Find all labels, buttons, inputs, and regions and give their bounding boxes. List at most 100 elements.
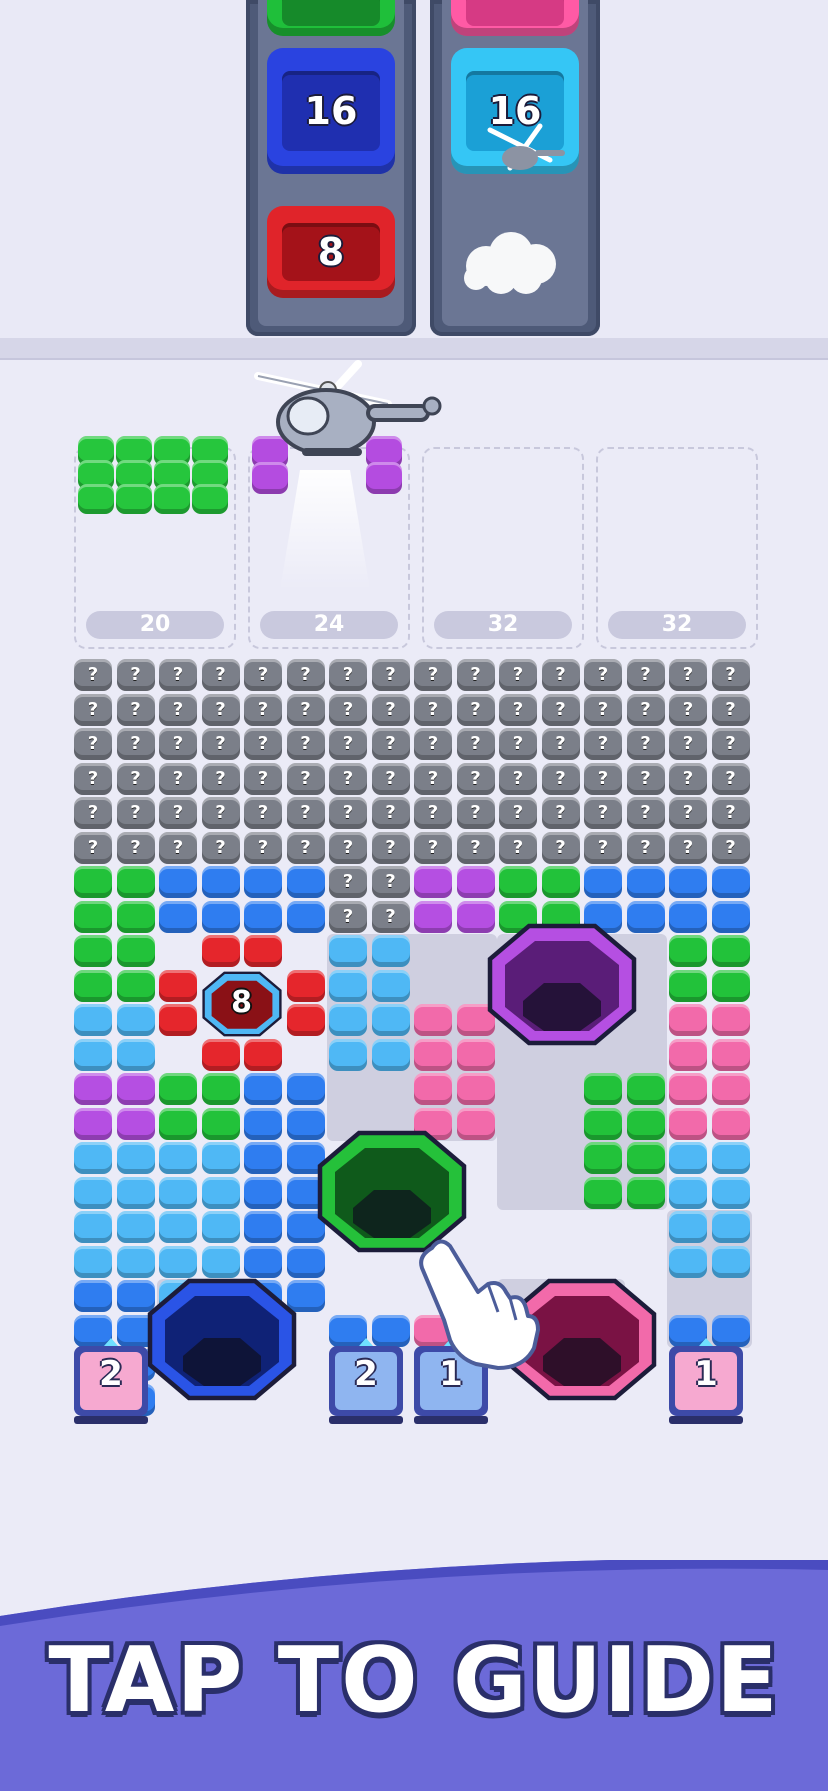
collection-slot-4[interactable]: 32 (596, 447, 758, 649)
blue-block (74, 1280, 112, 1312)
light_blue-block (74, 1004, 112, 1036)
blue-block (159, 900, 197, 933)
mystery-block: ? (201, 762, 240, 795)
mystery-block: ? (626, 693, 665, 726)
blue-hole[interactable] (147, 1278, 297, 1401)
mystery-block: ? (329, 866, 367, 898)
purple-hole[interactable] (487, 923, 637, 1046)
light_blue-block (74, 1038, 112, 1071)
blue-block (584, 866, 622, 898)
mystery-block: ? (584, 762, 622, 795)
light_blue-block (371, 935, 410, 967)
red-block (244, 935, 282, 967)
light_blue-block (116, 1245, 155, 1278)
mystery-block: ? (669, 762, 707, 795)
container-green[interactable] (267, 0, 395, 36)
red-block (286, 969, 325, 1002)
mystery-block: ? (626, 797, 665, 829)
light_blue-block (329, 935, 367, 967)
red-hole[interactable]: 8 (201, 971, 282, 1037)
pink-block (711, 1073, 750, 1105)
pink-block (414, 1004, 452, 1036)
mystery-block: ? (499, 762, 537, 795)
container-red-8[interactable]: 8 (267, 206, 395, 298)
slot-green-blocks (78, 436, 228, 526)
block-stack[interactable]: 2 (72, 1336, 150, 1426)
pink-block (669, 1107, 707, 1140)
mystery-block: ? (201, 797, 240, 829)
red-block (159, 1004, 197, 1036)
light_blue-block (329, 969, 367, 1002)
mystery-block: ? (116, 831, 155, 864)
mystery-block: ? (159, 693, 197, 726)
mystery-block: ? (499, 728, 537, 760)
pointing-hand-icon (419, 1239, 540, 1370)
mystery-block: ? (329, 797, 367, 829)
blue-block (286, 866, 325, 898)
blue-block (286, 1073, 325, 1105)
smoke-cloud-icon (464, 232, 556, 294)
green-block (626, 1176, 665, 1209)
light_blue-block (711, 1142, 750, 1174)
mystery-block: ? (499, 831, 537, 864)
mystery-block: ? (329, 762, 367, 795)
container-lane-2: 16 (430, 0, 600, 336)
light_blue-block (74, 1142, 112, 1174)
blue-block (159, 866, 197, 898)
green-block (116, 866, 155, 898)
mystery-block: ? (201, 728, 240, 760)
mystery-block: ? (116, 659, 155, 691)
mystery-block: ? (541, 831, 580, 864)
stack-count: 2 (99, 1353, 123, 1394)
light_blue-block (116, 1211, 155, 1243)
mystery-block: ? (414, 659, 452, 691)
green-block (584, 1176, 622, 1209)
block-stack[interactable]: 1 (667, 1336, 745, 1426)
slot-capacity: 32 (608, 611, 746, 639)
container-blue-16[interactable]: 16 (267, 48, 395, 174)
container-lane-1: 16 8 (246, 0, 416, 336)
mystery-block: ? (329, 693, 367, 726)
pink-block (414, 1038, 452, 1071)
mystery-block: ? (541, 659, 580, 691)
mystery-block: ? (371, 693, 410, 726)
mystery-block: ? (711, 693, 750, 726)
mystery-block: ? (711, 762, 750, 795)
stack-count: 1 (694, 1353, 718, 1394)
container-pink[interactable] (451, 0, 579, 36)
purple-block (116, 1073, 155, 1105)
slot-capacity: 32 (434, 611, 572, 639)
mystery-block: ? (201, 831, 240, 864)
block-grid[interactable]: ????????????????????????????????????????… (72, 658, 756, 1518)
green-block (201, 1073, 240, 1105)
mystery-block: ? (244, 797, 282, 829)
mystery-block: ? (499, 693, 537, 726)
pink-block (456, 1073, 495, 1105)
red-block (159, 969, 197, 1002)
mystery-block: ? (329, 900, 367, 933)
light_blue-block (371, 1004, 410, 1036)
green-block (626, 1107, 665, 1140)
mystery-block: ? (371, 659, 410, 691)
block-stack[interactable]: 2 (327, 1336, 405, 1426)
mystery-block: ? (541, 797, 580, 829)
mystery-block: ? (626, 831, 665, 864)
light_blue-block (116, 1176, 155, 1209)
light_blue-block (669, 1245, 707, 1278)
purple-block (74, 1107, 112, 1140)
blue-block (669, 900, 707, 933)
green-block (74, 866, 112, 898)
light_blue-block (201, 1176, 240, 1209)
mystery-block: ? (499, 659, 537, 691)
blue-block (201, 900, 240, 933)
mystery-block: ? (711, 797, 750, 829)
mystery-block: ? (456, 659, 495, 691)
mystery-block: ? (244, 762, 282, 795)
green-block (74, 935, 112, 967)
green-block (584, 1073, 622, 1105)
mystery-block: ? (74, 728, 112, 760)
green-block (159, 1107, 197, 1140)
mystery-block: ? (371, 866, 410, 898)
light_blue-block (371, 969, 410, 1002)
mystery-block: ? (626, 728, 665, 760)
